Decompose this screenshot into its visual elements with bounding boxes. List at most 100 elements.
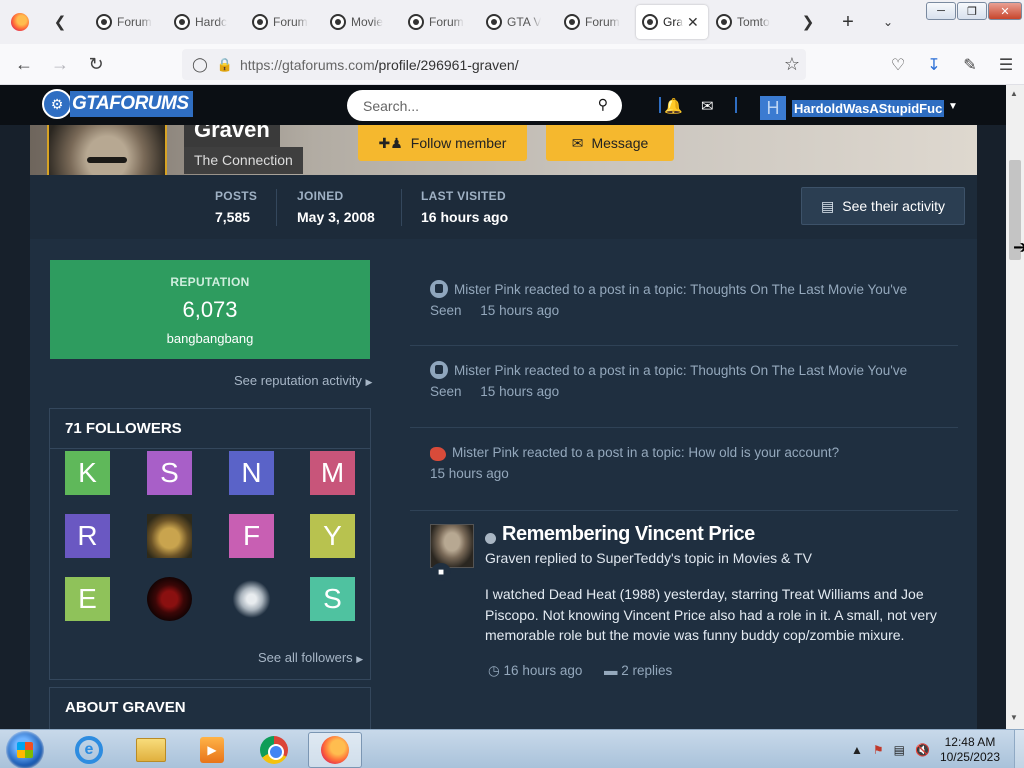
firefox-taskbar-icon[interactable] — [308, 732, 362, 768]
post-title-link[interactable]: Remembering Vincent Price — [502, 523, 755, 546]
gtaforums-favicon-icon — [252, 14, 268, 30]
follower-avatar-photo[interactable] — [147, 577, 192, 621]
stat-last-visited: LAST VISITED 16 hours ago — [421, 189, 509, 225]
browser-tab-active[interactable]: Gra ✕ — [636, 5, 708, 39]
message-button[interactable]: ✉ Message — [546, 125, 674, 161]
address-bar[interactable]: ◯ 🔒 https://gtaforums.com/profile/296961… — [182, 49, 806, 80]
gtaforums-favicon-icon — [96, 14, 112, 30]
scroll-up-arrow-icon[interactable]: ▲ — [1010, 89, 1018, 98]
newspaper-icon: ▤ — [821, 197, 835, 214]
reaction-text[interactable]: Mister Pink reacted to a post in a topic… — [452, 445, 839, 460]
reaction-text[interactable]: Mister Pink reacted to a post in a topic… — [454, 282, 907, 297]
post-subtitle[interactable]: Graven replied to SuperTeddy's topic in … — [485, 550, 812, 566]
reaction-time: 15 hours ago — [430, 466, 509, 481]
follower-avatar[interactable]: K — [65, 451, 110, 495]
feed-reaction-item: Mister Pink reacted to a post in a topic… — [410, 428, 958, 511]
chrome-taskbar-icon[interactable] — [247, 732, 301, 768]
username-menu[interactable]: HardoldWasAStupidFuc — [792, 100, 945, 117]
browser-tab[interactable]: Hardc — [168, 5, 244, 39]
pocket-icon[interactable]: ♡ — [880, 55, 916, 75]
network-icon[interactable]: ▤ — [894, 743, 905, 757]
list-all-tabs-icon[interactable]: ⌄ — [868, 0, 908, 44]
forward-arrow-icon[interactable]: → — [42, 54, 78, 75]
media-player-taskbar-icon[interactable]: ▶ — [185, 732, 239, 768]
bookmark-star-icon[interactable]: ☆ — [784, 54, 800, 75]
browser-tab[interactable]: Forum — [246, 5, 322, 39]
internet-explorer-taskbar-icon[interactable]: e — [62, 732, 116, 768]
follower-avatar-photo[interactable] — [147, 514, 192, 558]
see-activity-button[interactable]: ▤ See their activity — [801, 187, 965, 225]
extensions-icon[interactable]: ✎ — [952, 55, 988, 75]
search-icon[interactable]: ⚲ — [598, 96, 608, 113]
browser-tab[interactable]: Forum — [90, 5, 166, 39]
speech-bubble-icon: ▬ — [604, 663, 618, 678]
minimize-window-button[interactable]: ─ — [926, 2, 956, 20]
post-body: I watched Dead Heat (1988) yesterday, st… — [485, 586, 937, 643]
follower-avatar[interactable]: Y — [310, 514, 355, 558]
start-button[interactable] — [6, 731, 44, 768]
tab-scroll-left-icon[interactable]: ❮ — [40, 0, 80, 44]
lock-icon[interactable]: 🔒 — [214, 57, 236, 73]
show-hidden-icons-icon[interactable]: ▲ — [851, 743, 863, 757]
follower-avatar[interactable]: R — [65, 514, 110, 558]
reaction-time: 15 hours ago — [480, 303, 560, 318]
caret-right-icon: ▶ — [356, 654, 364, 664]
gtaforums-favicon-icon — [174, 14, 190, 30]
post-replies[interactable]: ▬ 2 replies — [604, 663, 672, 678]
notifications-bell-icon[interactable]: 🔔 — [664, 97, 683, 115]
scroll-down-arrow-icon[interactable]: ▼ — [1010, 713, 1018, 722]
url-text[interactable]: https://gtaforums.com/profile/296961-gra… — [240, 57, 519, 73]
browser-tab[interactable]: Forum — [558, 5, 634, 39]
close-window-button[interactable]: ✕ — [988, 2, 1022, 20]
gtaforums-logo[interactable]: ⚙ GTAFORUMS — [42, 89, 193, 119]
restore-window-button[interactable]: ❐ — [957, 2, 987, 20]
see-all-followers-link[interactable]: See all followers ▶ — [258, 650, 363, 665]
follower-avatar[interactable]: E — [65, 577, 110, 621]
unread-dot-icon — [485, 533, 496, 544]
see-reputation-link[interactable]: See reputation activity ▶ — [234, 373, 372, 388]
follower-avatar[interactable]: S — [310, 577, 355, 621]
tracking-shield-icon[interactable]: ◯ — [186, 56, 214, 73]
user-avatar[interactable]: H — [760, 96, 786, 120]
follow-member-button[interactable]: ✚♟ Follow member — [358, 125, 527, 161]
page-scrollbar[interactable]: ▲ ▼ — [1006, 85, 1024, 729]
hamburger-menu-icon[interactable]: ☰ — [988, 55, 1024, 75]
stat-posts: POSTS 7,585 — [215, 189, 258, 225]
about-title: ABOUT GRAVEN — [65, 699, 186, 716]
follower-avatar[interactable]: F — [229, 514, 274, 558]
tab-scroll-right-icon[interactable]: ❯ — [788, 0, 828, 44]
volume-muted-icon[interactable]: 🔇 — [915, 743, 930, 757]
file-explorer-taskbar-icon[interactable] — [124, 732, 178, 768]
thumbs-up-reaction-icon — [430, 361, 448, 379]
caret-down-icon[interactable]: ▼ — [948, 101, 958, 112]
firefox-menu-icon[interactable] — [0, 0, 40, 44]
profile-name: Graven — [184, 125, 280, 147]
follower-avatar[interactable]: S — [147, 451, 192, 495]
back-arrow-icon[interactable]: ← — [6, 54, 42, 75]
clock-icon: ◷ — [488, 663, 500, 678]
followers-panel: 71 FOLLOWERS K S N M R F Y E S — [49, 408, 371, 680]
profile-group: The Connection — [184, 147, 303, 174]
search-input[interactable]: Search... ⚲ — [347, 90, 622, 121]
follower-avatar-photo[interactable] — [229, 577, 274, 621]
stat-divider — [276, 189, 277, 226]
follower-avatar[interactable]: N — [229, 451, 274, 495]
downloads-icon[interactable]: ↧ — [916, 55, 952, 75]
close-tab-icon[interactable]: ✕ — [687, 14, 699, 31]
follower-avatar[interactable]: M — [310, 451, 355, 495]
messages-envelope-icon[interactable]: ✉ — [701, 97, 714, 115]
show-desktop-button[interactable] — [1014, 730, 1024, 768]
post-author-avatar[interactable] — [430, 524, 474, 568]
reload-icon[interactable]: ↻ — [78, 54, 114, 75]
new-tab-icon[interactable]: + — [828, 0, 868, 44]
browser-tab[interactable]: GTA V — [480, 5, 556, 39]
browser-tab-bar: ❮ Forum Hardc Forum Movie Forum GTA V Fo… — [0, 0, 1024, 44]
reaction-text[interactable]: Mister Pink reacted to a post in a topic… — [454, 363, 907, 378]
browser-tab[interactable]: Movie — [324, 5, 400, 39]
reputation-box: REPUTATION 6,073 bangbangbang — [50, 260, 370, 359]
browser-tab[interactable]: Forum — [402, 5, 478, 39]
profile-page: Graven The Connection ✚♟ Follow member ✉ M… — [0, 125, 1006, 729]
browser-tab[interactable]: Tomto — [710, 5, 786, 39]
taskbar-clock[interactable]: 12:48 AM 10/25/2023 — [940, 735, 1000, 765]
action-center-flag-icon[interactable]: ⚑ — [873, 743, 884, 757]
